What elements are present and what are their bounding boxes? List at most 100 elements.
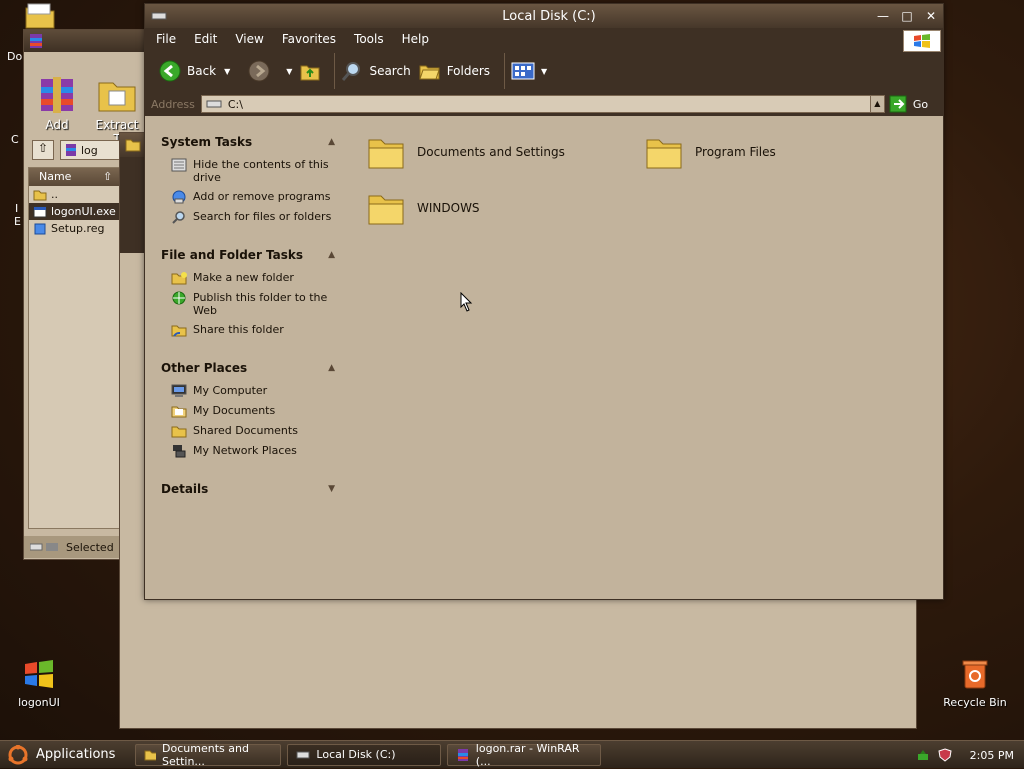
collapse-icon[interactable]: ▲ [328,137,335,147]
drive-icon [296,751,310,758]
drive-icon [206,100,222,108]
maximize-button[interactable]: □ [895,9,919,23]
other-places-section: Other Places ▲ My Computer My Documents … [161,358,339,461]
other-places-header[interactable]: Other Places ▲ [161,358,339,381]
menu-file[interactable]: File [156,32,176,46]
folders-icon [418,65,440,80]
task-hide-contents[interactable]: Hide the contents of this drive [161,155,339,187]
address-dropdown[interactable]: ▲ [869,96,884,112]
section-title: Other Places [161,361,248,375]
archive-path-field[interactable]: log [60,140,120,160]
globe-icon [172,291,186,305]
desktop-icon-logonui[interactable]: logonUI [0,656,84,709]
applications-menu-button[interactable]: Applications [0,741,129,769]
place-network-places[interactable]: My Network Places [161,441,339,461]
details-header[interactable]: Details ▼ [161,479,339,502]
minimize-button[interactable]: — [871,9,895,23]
task-share-folder[interactable]: Share this folder [161,320,339,340]
back-dropdown[interactable]: ▼ [224,67,230,76]
up-folder-button[interactable]: ⇧ [32,140,54,160]
task-winrar[interactable]: logon.rar - WinRAR (... [447,742,602,768]
titlebar[interactable]: Local Disk (C:) — □ ✕ [145,4,943,28]
place-my-computer[interactable]: My Computer [161,381,339,401]
task-documents-and-settings[interactable]: Documents and Settin... [135,742,282,768]
mouse-cursor-icon [460,292,473,312]
registry-file-icon [34,223,46,234]
windows-logo-icon [903,30,941,52]
address-input[interactable]: C:\ ▲ [200,95,885,113]
search-icon [172,211,185,224]
system-tasks-header[interactable]: System Tasks ▲ [161,132,339,155]
close-button[interactable]: ✕ [919,9,943,23]
folder-windows[interactable]: WINDOWS [367,190,480,226]
new-folder-icon [171,272,187,285]
share-folder-icon [171,325,187,337]
winrar-titlebar[interactable] [24,30,152,52]
menu-favorites[interactable]: Favorites [282,32,336,46]
files-pane[interactable]: Documents and Settings Program Files WIN… [345,122,943,599]
hide-contents-icon [171,158,187,172]
back-button[interactable]: Back [159,60,216,82]
folder-documents-and-settings[interactable]: Documents and Settings [367,134,565,170]
content-area: System Tasks ▲ Hide the contents of this… [145,122,943,599]
task-label: Share this folder [193,323,284,336]
menu-help[interactable]: Help [402,32,429,46]
folder-icon [368,139,404,169]
folders-button[interactable]: Folders [418,61,490,81]
place-label: My Network Places [193,444,297,457]
section-title: Details [161,482,209,496]
expand-icon[interactable]: ▼ [328,484,335,494]
place-my-documents[interactable]: My Documents [161,401,339,421]
folder-icon [368,195,404,225]
forward-button[interactable] [248,60,270,82]
menu-edit[interactable]: Edit [194,32,217,46]
file-folder-tasks-header[interactable]: File and Folder Tasks ▲ [161,245,339,268]
views-button[interactable]: ▼ [511,62,547,80]
back-label: Back [187,64,217,78]
search-label: Search [369,64,411,78]
task-publish-web[interactable]: Publish this folder to the Web [161,288,339,320]
security-shield-icon[interactable] [938,748,952,762]
ubuntu-logo-icon [8,744,28,764]
desktop-icon-label: Recycle Bin [943,696,1007,709]
go-button[interactable]: Go [889,95,928,113]
desktop-label-fragment: E [14,215,21,228]
desktop-label-fragment: C [11,133,19,146]
clock[interactable]: 2:05 PM [970,749,1014,762]
task-label: Hide the contents of this drive [193,158,329,184]
documents-folder-icon [171,406,187,418]
details-section: Details ▼ [161,479,339,502]
desktop-icon-recycle-bin[interactable]: Recycle Bin [930,656,1020,709]
task-label: Publish this folder to the Web [193,291,328,317]
menu-tools[interactable]: Tools [354,32,384,46]
add-remove-programs-icon [172,190,186,204]
task-search-files[interactable]: Search for files or folders [161,207,339,227]
task-label: Local Disk (C:) [316,748,396,761]
taskbar: Applications Documents and Settin... Loc… [0,740,1024,768]
task-add-remove-programs[interactable]: Add or remove programs [161,187,339,207]
forward-arrow-icon [248,60,270,82]
add-label: Add [45,118,69,132]
search-button[interactable]: Search [341,60,411,82]
network-status-icon[interactable] [916,748,930,762]
explorer-window[interactable]: Local Disk (C:) — □ ✕ File Edit View Fav… [144,3,944,600]
task-local-disk[interactable]: Local Disk (C:) [287,743,442,766]
recycle-bin-icon [962,660,988,689]
task-label: Make a new folder [193,271,294,284]
add-button[interactable]: Add [32,75,82,146]
views-icon [511,62,535,80]
folder-program-files[interactable]: Program Files [645,134,776,170]
section-title: File and Folder Tasks [161,248,304,262]
collapse-icon[interactable]: ▲ [328,250,335,260]
task-new-folder[interactable]: Make a new folder [161,268,339,288]
forward-dropdown[interactable]: ▼ [286,67,292,76]
system-tasks-section: System Tasks ▲ Hide the contents of this… [161,132,339,227]
tasks-pane: System Tasks ▲ Hide the contents of this… [145,122,345,599]
place-shared-documents[interactable]: Shared Documents [161,421,339,441]
go-label: Go [912,97,929,111]
collapse-icon[interactable]: ▲ [328,363,335,373]
up-folder-button[interactable] [300,61,320,81]
menu-view[interactable]: View [235,32,263,46]
window-title: Local Disk (C:) [502,8,596,24]
back-arrow-icon [159,60,181,82]
